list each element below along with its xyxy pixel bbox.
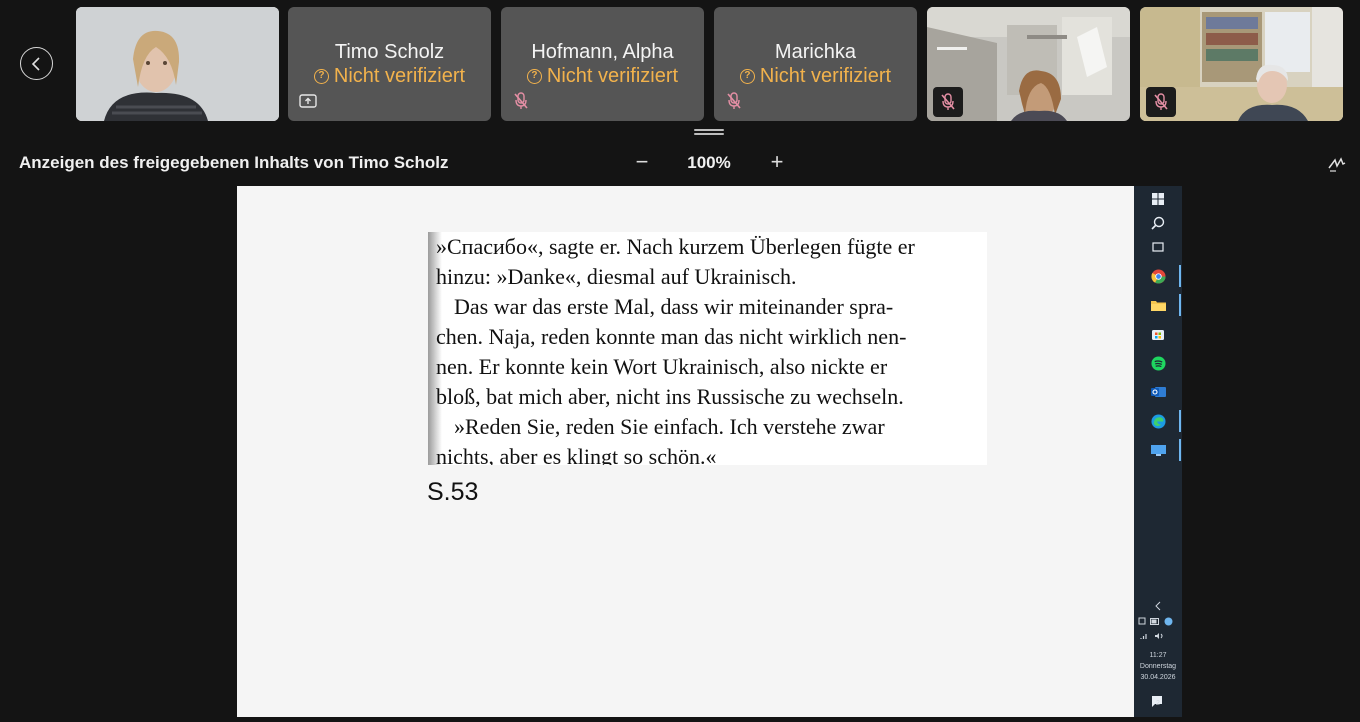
mic-off-icon <box>933 87 963 117</box>
participant-name: Timo Scholz <box>334 41 445 63</box>
verification-status: ? Nicht verifiziert <box>501 65 704 88</box>
video-feed-woman <box>76 7 279 121</box>
participant-video-tile[interactable] <box>927 7 1130 121</box>
text-line: nichts, aber es klingt so schön.« <box>436 444 717 465</box>
question-icon: ? <box>313 69 329 84</box>
verification-status: ? Nicht verifiziert <box>714 65 917 88</box>
mic-off-icon <box>1146 87 1176 117</box>
verification-status-label: Nicht verifiziert <box>546 65 679 87</box>
scanned-book-page: »Спасибо«, sagte er. Nach kurzem Überleg… <box>428 232 987 465</box>
verification-status-label: Nicht verifiziert <box>333 65 466 87</box>
remote-desktop-icon <box>1150 442 1166 458</box>
text-line: »Reden Sie, reden Sie einfach. Ich verst… <box>454 414 885 439</box>
text-line: hinzu: »Danke«, diesmal auf Ukrainisch. <box>436 264 797 289</box>
previous-participants-button[interactable] <box>20 47 53 80</box>
network-volume-icons <box>1140 628 1176 644</box>
taskbar-time: 11:27 <box>1149 652 1167 659</box>
zoom-in-button[interactable]: + <box>765 149 789 175</box>
participant-tile-hofmann-alpha[interactable]: Hofmann, Alpha ? Nicht verifiziert <box>501 7 704 121</box>
taskbar-date: 30.04.2026 <box>1140 674 1176 681</box>
participant-tile-timo-scholz[interactable]: Timo Scholz ? Nicht verifiziert <box>288 7 491 121</box>
text-line: chen. Naja, reden konnte man das nicht w… <box>436 324 907 349</box>
text-line: bloß, bat mich aber, nicht ins Russische… <box>436 384 904 409</box>
mic-off-icon <box>511 91 531 111</box>
edge-icon <box>1150 413 1166 429</box>
participant-tile-marichka[interactable]: Marichka ? Nicht verifiziert <box>714 7 917 121</box>
annotate-button[interactable] <box>1327 154 1347 174</box>
page-reference: S.53 <box>427 478 479 506</box>
question-icon: ? <box>526 69 542 84</box>
shared-content-title: Anzeigen des freigegebenen Inhalts von T… <box>19 153 449 172</box>
question-icon: ? <box>739 69 755 84</box>
spotify-icon <box>1150 355 1166 371</box>
task-view-icon <box>1150 239 1166 255</box>
shared-taskbar: 11:27 Donnerstag 30.04.2026 2 <box>1134 186 1182 717</box>
taskbar-day: Donnerstag <box>1139 663 1177 670</box>
file-explorer-icon <box>1150 297 1166 313</box>
zoom-level: 100% <box>687 153 731 172</box>
windows-start-icon <box>1150 191 1166 207</box>
participant-name: Hofmann, Alpha <box>531 41 674 63</box>
tray-icons <box>1138 613 1178 629</box>
chrome-icon <box>1150 268 1166 284</box>
text-line: Das war das erste Mal, dass wir miteinan… <box>454 294 894 319</box>
text-line: »Спасибо«, sagte er. Nach kurzem Überleg… <box>436 234 915 259</box>
participant-video-tile[interactable] <box>1140 7 1343 121</box>
participant-video-tile[interactable] <box>76 7 279 121</box>
pen-scribble-icon <box>1328 157 1346 172</box>
verification-status: ? Nicht verifiziert <box>288 65 491 88</box>
screen-share-icon <box>298 91 318 111</box>
verification-status-label: Nicht verifiziert <box>759 65 892 87</box>
outlook-icon <box>1150 384 1166 400</box>
resize-handle[interactable] <box>694 129 724 135</box>
search-icon <box>1150 215 1166 231</box>
store-icon <box>1150 326 1166 342</box>
participant-name: Marichka <box>774 41 857 63</box>
chevron-left-icon <box>31 56 40 71</box>
chevron-up-icon <box>1150 598 1166 614</box>
notification-count: 2 <box>1156 700 1160 707</box>
zoom-out-button[interactable]: − <box>630 149 654 175</box>
mic-off-icon <box>724 91 744 111</box>
text-line: nen. Er konnte kein Wort Ukrainisch, als… <box>436 354 888 379</box>
